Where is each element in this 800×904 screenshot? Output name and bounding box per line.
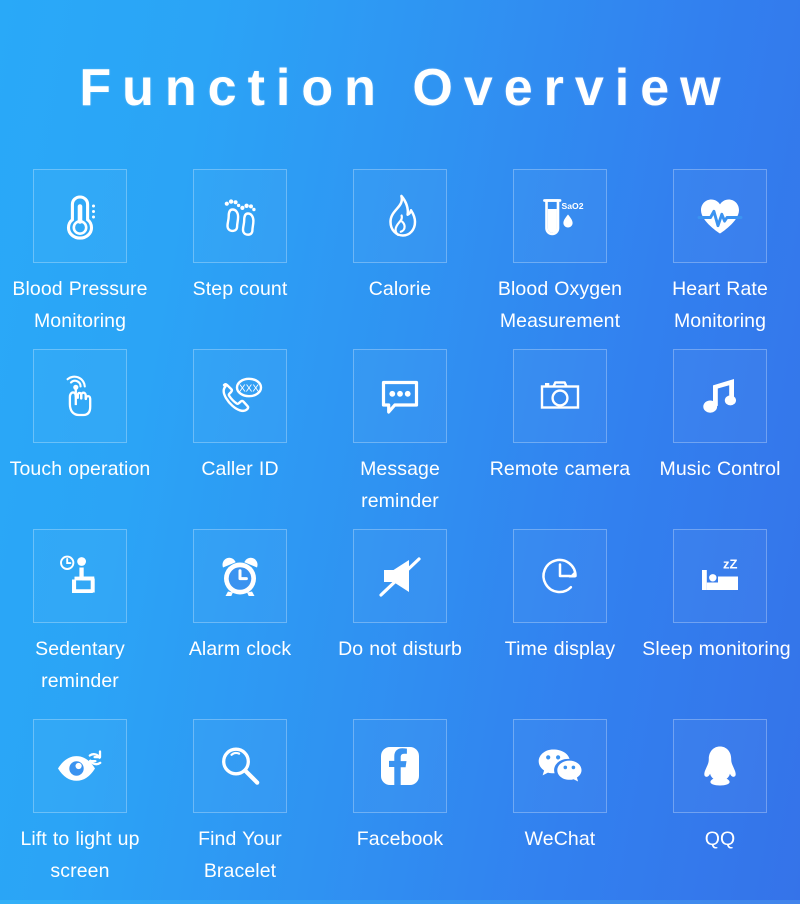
feature-item-do-not-disturb[interactable]: Do not disturb xyxy=(320,529,480,719)
wechat-icon xyxy=(538,749,582,782)
feature-label: Do not disturb xyxy=(338,638,462,660)
feature-item-sedentary-reminder[interactable]: Sedentary reminder xyxy=(0,529,160,719)
feature-tile[interactable] xyxy=(513,529,607,623)
phone-caller-icon: XXX xyxy=(222,377,263,413)
bed-sleep-icon: zZ xyxy=(702,557,738,590)
feature-tile[interactable] xyxy=(353,169,447,263)
feature-row: Blood Pressure Monitoring Step count Cal… xyxy=(0,169,800,349)
feature-item-heart-rate[interactable]: Heart Rate Monitoring xyxy=(640,169,800,349)
caller-id-badge: XXX xyxy=(239,383,259,394)
feature-item-message-reminder[interactable]: Message reminder xyxy=(320,349,480,529)
feature-tile[interactable] xyxy=(33,349,127,443)
feature-tile[interactable] xyxy=(353,529,447,623)
feature-label: Facebook xyxy=(356,828,444,850)
feature-label: Sedentary reminder xyxy=(35,638,125,692)
feature-label: Lift to light up screen xyxy=(20,828,140,882)
sleep-badge: zZ xyxy=(723,557,738,572)
feature-item-sleep-monitoring[interactable]: zZ Sleep monitoring xyxy=(640,529,800,719)
speech-bubble-icon xyxy=(381,380,419,414)
feature-row: Sedentary reminder Alarm clock Do not di… xyxy=(0,529,800,719)
feature-item-remote-camera[interactable]: Remote camera xyxy=(480,349,640,529)
feature-label: QQ xyxy=(704,828,736,850)
feature-label: Heart Rate Monitoring xyxy=(672,278,768,332)
camera-icon xyxy=(540,381,580,409)
sao2-badge: SaO2 xyxy=(562,201,584,211)
feature-tile[interactable] xyxy=(193,719,287,813)
qq-penguin-icon xyxy=(704,746,736,786)
feature-tile[interactable] xyxy=(673,169,767,263)
feature-tile[interactable] xyxy=(673,349,767,443)
feature-item-alarm-clock[interactable]: Alarm clock xyxy=(160,529,320,719)
eye-refresh-icon xyxy=(58,750,102,781)
feature-item-wechat[interactable]: WeChat xyxy=(480,719,640,904)
alarm-clock-icon xyxy=(222,557,258,596)
feature-label: Time display xyxy=(504,638,616,660)
feature-tile[interactable] xyxy=(353,719,447,813)
page-title: Function Overview xyxy=(79,59,732,117)
feature-tile[interactable]: SaO2 xyxy=(513,169,607,263)
feature-label: Step count xyxy=(192,278,288,300)
feature-label: Remote camera xyxy=(489,458,631,480)
feature-grid: Blood Pressure Monitoring Step count Cal… xyxy=(0,169,800,904)
feature-label: Caller ID xyxy=(201,458,279,480)
feature-row: Lift to light up screen Find Your Bracel… xyxy=(0,719,800,904)
feature-tile[interactable] xyxy=(33,169,127,263)
feature-item-time-display[interactable]: Time display xyxy=(480,529,640,719)
feature-item-music-control[interactable]: Music Control xyxy=(640,349,800,529)
feature-tile[interactable] xyxy=(513,719,607,813)
feature-tile[interactable]: zZ xyxy=(673,529,767,623)
footprints-icon xyxy=(224,199,256,236)
feature-item-caller-id[interactable]: XXX Caller ID xyxy=(160,349,320,529)
feature-row: Touch operation XXX Caller ID Message re… xyxy=(0,349,800,529)
feature-tile[interactable] xyxy=(193,169,287,263)
function-overview-page: Function Overview Blood Pressure Monitor… xyxy=(0,0,800,904)
heart-pulse-icon xyxy=(697,199,743,234)
feature-label: Blood Oxygen Measurement xyxy=(497,278,623,332)
feature-label: Blood Pressure Monitoring xyxy=(12,278,148,332)
feature-item-blood-oxygen[interactable]: SaO2 Blood Oxygen Measurement xyxy=(480,169,640,349)
feature-tile[interactable]: XXX xyxy=(193,349,287,443)
feature-item-facebook[interactable]: Facebook xyxy=(320,719,480,904)
test-tube-icon: SaO2 xyxy=(543,199,584,236)
feature-label: WeChat xyxy=(524,828,596,850)
feature-tile[interactable] xyxy=(33,719,127,813)
feature-item-lift-to-light[interactable]: Lift to light up screen xyxy=(0,719,160,904)
feature-label: Touch operation xyxy=(9,458,151,480)
feature-label: Sleep monitoring xyxy=(642,638,791,660)
feature-label: Calorie xyxy=(368,278,432,300)
sitting-person-clock-icon xyxy=(60,555,95,593)
feature-item-touch-operation[interactable]: Touch operation xyxy=(0,349,160,529)
feature-label: Alarm clock xyxy=(188,638,292,660)
magnifier-icon xyxy=(222,747,260,785)
touch-gesture-icon xyxy=(66,375,92,417)
feature-item-find-bracelet[interactable]: Find Your Bracelet xyxy=(160,719,320,904)
flame-icon xyxy=(389,194,417,237)
facebook-icon xyxy=(381,747,419,785)
feature-label: Message reminder xyxy=(360,458,440,512)
clock-arrow-icon xyxy=(542,558,577,594)
feature-tile[interactable] xyxy=(513,349,607,443)
feature-label: Music Control xyxy=(659,458,781,480)
feature-tile[interactable] xyxy=(193,529,287,623)
feature-item-step-count[interactable]: Step count xyxy=(160,169,320,349)
feature-tile[interactable] xyxy=(353,349,447,443)
feature-tile[interactable] xyxy=(673,719,767,813)
feature-item-calorie[interactable]: Calorie xyxy=(320,169,480,349)
thermometer-icon xyxy=(66,195,95,240)
feature-tile[interactable] xyxy=(33,529,127,623)
music-note-icon xyxy=(703,379,736,413)
feature-label: Find Your Bracelet xyxy=(198,828,282,882)
feature-item-qq[interactable]: QQ xyxy=(640,719,800,904)
mute-speaker-icon xyxy=(379,557,421,597)
feature-item-blood-pressure[interactable]: Blood Pressure Monitoring xyxy=(0,169,160,349)
